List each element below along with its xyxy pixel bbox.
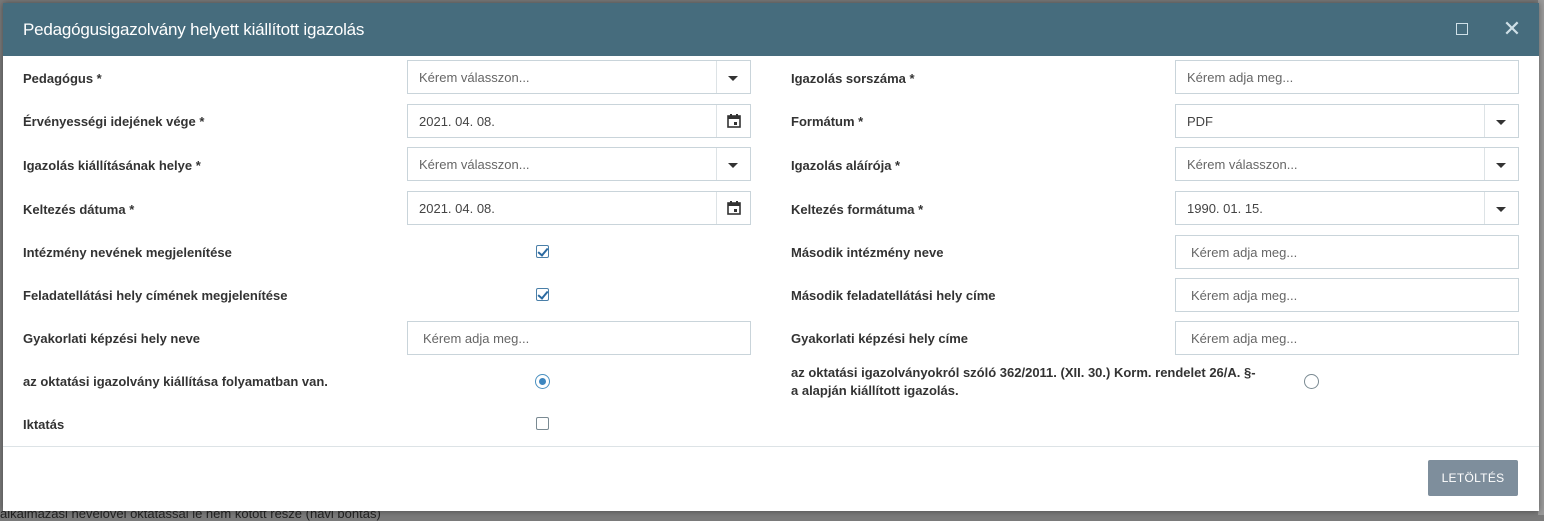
dialog-title: Pedagógusigazolvány helyett kiállított i…	[23, 20, 365, 39]
alairo-label: Igazolás aláírója *	[791, 158, 901, 173]
folyamatban-radio[interactable]	[535, 374, 550, 389]
calendar-icon[interactable]	[727, 201, 741, 215]
korm-rendelet-radio[interactable]	[1304, 374, 1319, 389]
pedagogus-label: Pedagógus *	[23, 71, 102, 86]
masodik-cim-input[interactable]: Kérem adja meg...	[1175, 278, 1519, 312]
folyamatban-label: az oktatási igazolvány kiállítása folyam…	[23, 374, 328, 389]
pedagogus-placeholder: Kérem válasszon...	[419, 70, 530, 85]
sorszam-placeholder: Kérem adja meg...	[1187, 70, 1294, 85]
korm-rendelet-label-line2: a alapján kiállított igazolás.	[791, 383, 959, 398]
ervenyesseg-date-field[interactable]: 2021. 04. 08.	[407, 104, 751, 138]
keltezes-datuma-label: Keltezés dátuma *	[23, 202, 135, 217]
keltezes-formatum-label: Keltezés formátuma *	[791, 202, 924, 217]
feladatellatasi-cim-checkbox[interactable]	[536, 288, 549, 301]
alairo-placeholder: Kérem válasszon...	[1187, 157, 1298, 172]
maximize-icon[interactable]	[1451, 18, 1473, 40]
iktatas-label: Iktatás	[23, 417, 65, 432]
kiallitas-helye-select[interactable]: Kérem válasszon...	[407, 147, 751, 181]
intezmeny-nev-checkbox[interactable]	[536, 245, 549, 258]
chevron-down-icon	[1496, 207, 1506, 212]
formatum-value: PDF	[1187, 114, 1213, 129]
masodik-cim-placeholder: Kérem adja meg...	[1191, 288, 1298, 303]
calendar-icon[interactable]	[727, 114, 741, 128]
kiallitas-helye-label: Igazolás kiállításának helye *	[23, 158, 201, 173]
masodik-intezmeny-label: Második intézmény neve	[791, 245, 944, 260]
certificate-dialog: Pedagógusigazolvány helyett kiállított i…	[3, 3, 1539, 511]
gyakorlati-nev-input[interactable]: Kérem adja meg...	[407, 321, 751, 355]
intezmeny-nev-label: Intézmény nevének megjelenítése	[23, 245, 232, 260]
download-button[interactable]: LETÖLTÉS	[1428, 460, 1518, 496]
gyakorlati-nev-placeholder: Kérem adja meg...	[423, 331, 530, 346]
korm-rendelet-label-line1: az oktatási igazolványokról szóló 362/20…	[791, 365, 1256, 380]
chevron-down-icon	[728, 76, 738, 81]
close-icon[interactable]: ✕	[1501, 18, 1523, 40]
keltezes-formatum-select[interactable]: 1990. 01. 15.	[1175, 191, 1519, 225]
masodik-intezmeny-placeholder: Kérem adja meg...	[1191, 245, 1298, 260]
gyakorlati-cim-placeholder: Kérem adja meg...	[1191, 331, 1298, 346]
ervenyesseg-value: 2021. 04. 08.	[419, 114, 495, 129]
masodik-cim-label: Második feladatellátási hely címe	[791, 288, 996, 303]
formatum-label: Formátum *	[791, 114, 864, 129]
gyakorlati-nev-label: Gyakorlati képzési hely neve	[23, 331, 201, 346]
gyakorlati-cim-input[interactable]: Kérem adja meg...	[1175, 321, 1519, 355]
pedagogus-select[interactable]: Kérem válasszon...	[407, 60, 751, 94]
masodik-intezmeny-input[interactable]: Kérem adja meg...	[1175, 235, 1519, 269]
dialog-header: Pedagógusigazolvány helyett kiállított i…	[3, 3, 1539, 56]
sorszam-label: Igazolás sorszáma *	[791, 71, 915, 86]
sorszam-input[interactable]: Kérem adja meg...	[1175, 60, 1519, 94]
keltezes-datuma-date-field[interactable]: 2021. 04. 08.	[407, 191, 751, 225]
keltezes-formatum-value: 1990. 01. 15.	[1187, 201, 1263, 216]
formatum-select[interactable]: PDF	[1175, 104, 1519, 138]
feladatellatasi-cim-label: Feladatellátási hely címének megjeleníté…	[23, 288, 288, 303]
iktatas-checkbox[interactable]	[536, 417, 549, 430]
alairo-select[interactable]: Kérem válasszon...	[1175, 147, 1519, 181]
chevron-down-icon	[728, 163, 738, 168]
gyakorlati-cim-label: Gyakorlati képzési hely címe	[791, 331, 969, 346]
keltezes-datuma-value: 2021. 04. 08.	[419, 201, 495, 216]
kiallitas-helye-placeholder: Kérem válasszon...	[419, 157, 530, 172]
footer-divider	[3, 446, 1539, 447]
chevron-down-icon	[1496, 120, 1506, 125]
chevron-down-icon	[1496, 163, 1506, 168]
ervenyesseg-label: Érvényességi idejének vége *	[23, 114, 205, 129]
